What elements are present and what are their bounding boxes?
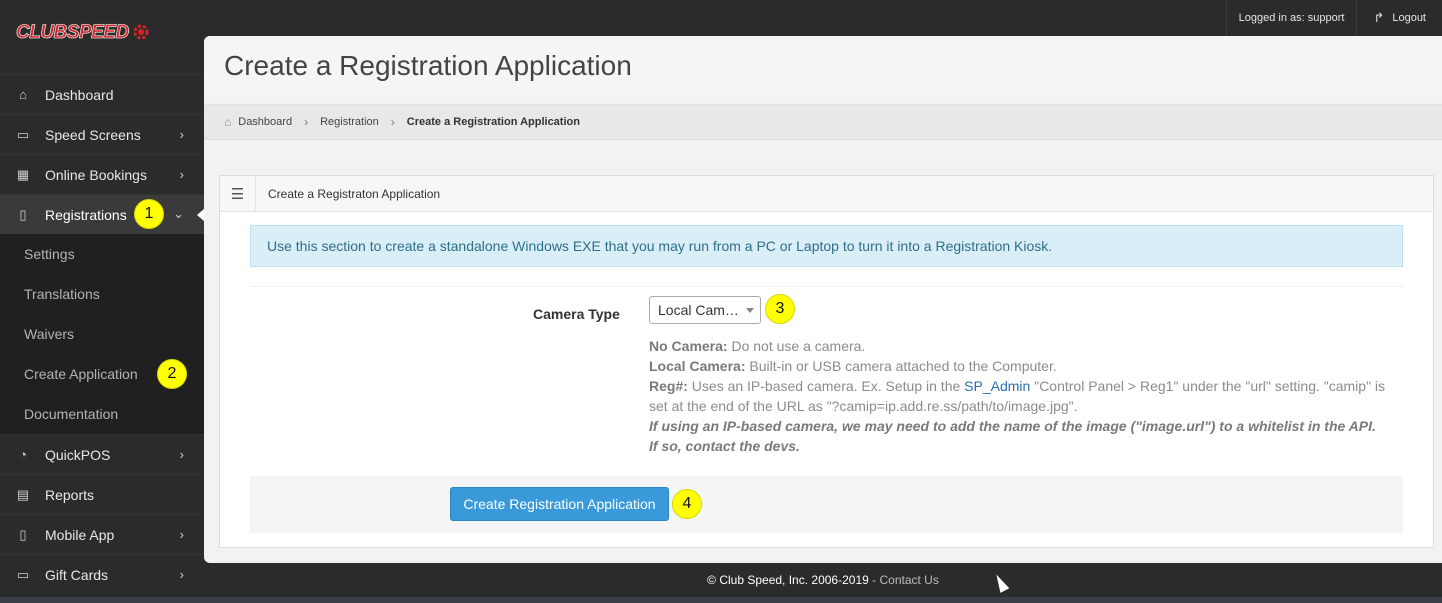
footer: © Club Speed, Inc. 2006-2019 - Contact U… — [204, 563, 1442, 597]
flag-gear-icon — [133, 24, 149, 40]
sidebar-subitem-translations[interactable]: Translations — [0, 274, 204, 314]
bottom-strip — [0, 597, 1442, 603]
sidebar-item-gift-cards[interactable]: ▭ Gift Cards › — [0, 554, 204, 594]
chevron-right-icon: › — [179, 527, 184, 542]
sidebar-item-label: Reports — [45, 486, 95, 503]
tablet-icon: ▯ — [19, 206, 27, 222]
chevron-right-icon: › — [304, 115, 309, 129]
calendar-icon: ▦ — [16, 166, 30, 182]
form-actions: Create Registration Application 4 — [250, 476, 1403, 533]
annotation-badge-2: 2 — [157, 359, 187, 389]
panel-title: Create a Registraton Application — [268, 186, 441, 201]
breadcrumb: ⌂ Dashboard › Registration › Create a Re… — [204, 104, 1442, 140]
camera-type-label: Camera Type — [533, 306, 620, 322]
info-alert: Use this section to create a standalone … — [250, 225, 1403, 267]
sidebar-item-mobile-app[interactable]: ▯ Mobile App › — [0, 514, 204, 554]
chevron-right-icon: › — [179, 567, 184, 582]
sidebar-item-dashboard[interactable]: ⌂ Dashboard — [0, 74, 204, 114]
sidebar-subitem-waivers[interactable]: Waivers — [0, 314, 204, 354]
help-no-camera-label: No Camera: — [649, 338, 728, 354]
registrations-submenu: Settings Translations Waivers Create App… — [0, 234, 204, 434]
page-header: Create a Registration Application — [204, 36, 1442, 96]
sidebar-subitem-documentation[interactable]: Documentation — [0, 394, 204, 434]
subitem-label: Translations — [24, 286, 100, 302]
logout-label: Logout — [1392, 12, 1426, 24]
sidebar-item-label: QuickPOS — [45, 446, 111, 463]
breadcrumb-registration[interactable]: Registration — [320, 116, 379, 128]
subitem-label: Create Application — [24, 366, 138, 382]
sidebar-item-label: Dashboard — [45, 86, 114, 103]
annotation-badge-3: 3 — [765, 294, 795, 324]
mobile-icon: ▯ — [19, 526, 27, 542]
divider — [250, 286, 1403, 287]
logged-in-text: Logged in as: support — [1238, 12, 1345, 24]
annotation-badge-1: 1 — [134, 199, 164, 229]
sidebar-item-label: Mobile App — [45, 526, 115, 543]
help-warning-1: If using an IP-based camera, we may need… — [649, 418, 1376, 434]
breadcrumb-current: Create a Registration Application — [406, 116, 580, 128]
annotation-badge-4: 4 — [672, 489, 702, 519]
chevron-down-icon: ⌄ — [173, 206, 184, 221]
breadcrumb-dashboard[interactable]: Dashboard — [238, 116, 292, 128]
chevron-right-icon: › — [390, 115, 395, 129]
camera-type-select[interactable]: Local Cam… — [649, 296, 761, 324]
create-registration-application-button[interactable]: Create Registration Application — [450, 487, 669, 521]
logout-button[interactable]: ↱ Logout — [1356, 0, 1442, 36]
footer-dash: - — [872, 573, 877, 587]
help-local-camera-text: Built-in or USB camera attached to the C… — [745, 358, 1057, 374]
logo[interactable]: CLUBSPEED — [16, 22, 151, 44]
home-icon: ⌂ — [19, 87, 27, 102]
sidebar-item-speed-screens[interactable]: ▭ Speed Screens › — [0, 114, 204, 154]
help-local-camera-label: Local Camera: — [649, 358, 746, 374]
top-bar: Logged in as: support ↱ Logout — [0, 0, 1442, 36]
help-reg-text-1: Uses an IP-based camera. Ex. Setup in th… — [687, 378, 965, 394]
sidebar-subitem-create-application[interactable]: Create Application 2 — [0, 354, 204, 394]
main-content: Create a Registration Application ⌂ Dash… — [204, 36, 1442, 563]
subitem-label: Waivers — [24, 326, 75, 342]
copyright-years: 2006-2019 — [811, 573, 869, 587]
sidebar-item-label: Gift Cards — [45, 566, 109, 583]
help-local-camera: Local Camera: Built-in or USB camera att… — [649, 356, 1389, 376]
top-right-menu: Logged in as: support ↱ Logout — [1225, 0, 1442, 36]
sidebar: ⌂ Dashboard ▭ Speed Screens › ▦ Online B… — [0, 74, 204, 594]
sp-admin-link[interactable]: SP_Admin — [964, 378, 1030, 394]
credit-card-icon: ▭ — [16, 566, 30, 582]
copyright-text: © Club Speed, Inc. — [707, 573, 809, 587]
document-icon: ▤ — [16, 486, 30, 502]
sidebar-item-registrations[interactable]: ▯ Registrations 1 ⌄ — [0, 194, 204, 234]
share-arrow-icon: ↱ — [1373, 10, 1385, 25]
create-application-panel: ☰ Create a Registraton Application Use t… — [219, 175, 1434, 548]
logged-in-label: Logged in as: support — [1225, 0, 1357, 36]
home-icon: ⌂ — [224, 115, 232, 129]
menu-lines-icon: ☰ — [220, 175, 256, 212]
help-reg: Reg#: Uses an IP-based camera. Ex. Setup… — [649, 376, 1389, 416]
page-title: Create a Registration Application — [224, 50, 632, 81]
panel-header: ☰ Create a Registraton Application — [220, 175, 1433, 212]
help-reg-label: Reg#: — [649, 378, 688, 394]
caret-down-icon — [746, 308, 754, 313]
help-no-camera-text: Do not use a camera. — [727, 338, 866, 354]
chevron-right-icon: › — [179, 167, 184, 182]
chevron-right-icon: › — [179, 447, 184, 462]
sidebar-item-online-bookings[interactable]: ▦ Online Bookings › — [0, 154, 204, 194]
sidebar-item-label: Registrations — [45, 206, 127, 223]
sidebar-item-reports[interactable]: ▤ Reports — [0, 474, 204, 514]
camera-type-value: Local Cam… — [658, 302, 739, 318]
speedometer-icon: ◔ — [19, 447, 27, 462]
alert-text: Use this section to create a standalone … — [267, 238, 1053, 254]
subitem-label: Settings — [24, 246, 75, 262]
contact-us-link[interactable]: Contact Us — [879, 573, 938, 587]
sidebar-item-label: Speed Screens — [45, 126, 141, 143]
subitem-label: Documentation — [24, 406, 119, 422]
chevron-right-icon: › — [179, 127, 184, 142]
camera-help-text: No Camera: Do not use a camera. Local Ca… — [649, 336, 1389, 456]
help-no-camera: No Camera: Do not use a camera. — [649, 336, 1389, 356]
monitor-icon: ▭ — [16, 126, 30, 142]
sidebar-subitem-settings[interactable]: Settings — [0, 234, 204, 274]
help-warning-2: If so, contact the devs. — [649, 438, 800, 454]
sidebar-item-quickpos[interactable]: ◔ QuickPOS › — [0, 434, 204, 474]
sidebar-item-label: Online Bookings — [45, 166, 147, 183]
logo-text: CLUBSPEED — [16, 22, 130, 44]
